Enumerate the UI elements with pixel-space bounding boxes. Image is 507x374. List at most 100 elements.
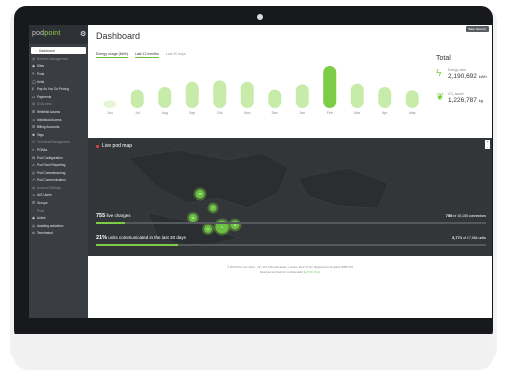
page-title: Dashboard: [96, 31, 141, 41]
bar-aug[interactable]: [158, 86, 172, 108]
totals-panel: Total ϟ Energy used 2,190,692 kWh ❦ CO₂ …: [436, 55, 491, 110]
units-count-value: 3,771: [452, 235, 463, 240]
sidebar-item-label: Pod Configuration: [37, 155, 63, 160]
x-tick-label: Aug: [162, 111, 168, 115]
sidebar-item-label: Pod Communication: [37, 178, 66, 183]
bar-mar[interactable]: [350, 83, 364, 108]
sidebar-item-pod-fault-reporting[interactable]: ⚠ Pod Fault Reporting: [29, 161, 88, 169]
co2-label: CO₂ saved: [448, 92, 464, 96]
sidebar-item-label: Units: [37, 79, 45, 84]
live-indicator-icon: [96, 144, 99, 148]
leaf-icon: ❦: [436, 92, 445, 103]
connectors-label: of 10,105 connectors: [453, 214, 486, 218]
bar-nov[interactable]: [240, 81, 254, 108]
totals-title: Total: [436, 55, 451, 62]
sidebar-item-pay-as-you-go-pricing[interactable]: £ Pay As You Go Pricing: [29, 85, 88, 93]
units-count-label: of 17,964 units: [463, 236, 486, 240]
sidebar-item-tags[interactable]: ✱ Tags: [29, 131, 88, 139]
energy-total: ϟ Energy used 2,190,692 kWh: [436, 66, 491, 86]
sidebar-item-label: Tags: [37, 132, 44, 137]
bar-dec[interactable]: [268, 89, 282, 108]
units-progress-fill: [96, 244, 178, 246]
map-title: Live pod map: [96, 143, 132, 149]
sidebar-item-label: Pay As You Go Pricing: [37, 87, 69, 92]
sidebar-nav: ☐ Dashboard ▤ Network Management ◉ Sites ✎ Pods…: [29, 46, 88, 237]
sidebar-item-pod-commissioning[interactable]: ◎ Pod Commissioning: [29, 169, 88, 177]
x-tick-label: Nov: [244, 111, 250, 115]
user-account-button[interactable]: Base Network: [465, 26, 489, 32]
gear-icon[interactable]: ⚙: [80, 30, 86, 38]
sidebar-item-iag-users[interactable]: ☺ IAG Users: [29, 192, 88, 200]
sidebar-item-pod-configuration[interactable]: ⚙ Pod Configuration: [29, 154, 88, 162]
camera-dot: [257, 14, 263, 20]
footer-link[interactable]: POD Point: [307, 271, 320, 274]
x-tick-label: Oct: [217, 111, 222, 115]
sidebar-item-label: Technical Management: [37, 140, 70, 145]
sidebar: podpoint ⚙ ☐ Dashboard ▤ Network Management…: [29, 25, 88, 318]
x-tick-label: Dec: [272, 111, 278, 115]
live-charges-progress: [96, 222, 486, 224]
sidebar-section-network-management: ▤ Network Management: [29, 55, 88, 63]
bar-feb[interactable]: [323, 65, 337, 108]
footer: © POD Point Ltd, 2014 – 18 | 137-139 Lit…: [88, 265, 492, 275]
sidebar-item-payments[interactable]: ▭ Payments: [29, 93, 88, 101]
sidebar-item-pods[interactable]: ✎ Pods: [29, 70, 88, 78]
sidebar-item-label: Network Management: [37, 56, 69, 61]
energy-label: Energy used: [448, 68, 466, 72]
live-charges-label: live charges: [106, 213, 131, 218]
screen: podpoint ⚙ ☐ Dashboard ▤ Network Management…: [29, 25, 492, 318]
sidebar-item-label: Terminated: [37, 231, 53, 236]
live-pod-map[interactable]: 48 34 7 9 14 12 Live pod map + - 755 live cha…: [88, 138, 492, 256]
sidebar-item-dashboard[interactable]: ☐ Dashboard: [31, 47, 86, 54]
units-percent-value: 21%: [96, 235, 108, 241]
sidebar-item-label: PCBAs: [37, 147, 48, 152]
sidebar-item-label: Whitelist Access: [37, 109, 61, 114]
bar-jan[interactable]: [295, 84, 309, 108]
bar-apr[interactable]: [378, 86, 392, 108]
sidebar-item-sites[interactable]: ◉ Sites: [29, 63, 88, 71]
sidebar-item-billing-accounts[interactable]: ☰ Billing Accounts: [29, 123, 88, 131]
sidebar-section-all-access: ▤ All Access: [29, 101, 88, 109]
map-zoom-controls: + -: [485, 139, 490, 150]
logo[interactable]: podpoint: [32, 30, 60, 37]
x-tick-label: Apr: [382, 111, 388, 115]
sidebar-item-active[interactable]: ◉ Active: [29, 214, 88, 222]
sidebar-item-label: Groups: [37, 201, 48, 206]
sidebar-section-technical-management: ⚙ Technical Management: [29, 139, 88, 147]
co2-value: 1,226,787 kg: [448, 97, 483, 104]
units-progress: [96, 244, 486, 246]
sidebar-item-individual-access[interactable]: ☺ Individual Access: [29, 116, 88, 124]
units-percent-label: units communicated in the last 30 days: [108, 235, 186, 240]
bar-sep[interactable]: [185, 81, 199, 108]
bar-jun[interactable]: [103, 100, 117, 108]
sidebar-item-pcbas[interactable]: ≡ PCBAs: [29, 146, 88, 154]
zoom-out-button[interactable]: -: [485, 144, 490, 150]
sidebar-item-groups[interactable]: ☰ Groups: [29, 199, 88, 207]
sidebar-item-label: Pods: [37, 208, 45, 213]
sidebar-item-label: Dashboard: [39, 48, 55, 53]
bar-jul[interactable]: [130, 89, 144, 108]
energy-bar-chart: Jun Jul Aug Sep Oct Nov Dec Jan Feb Mar Apr May: [103, 65, 419, 115]
bar-may[interactable]: [405, 90, 419, 108]
sidebar-item-label: All Access: [37, 102, 52, 107]
x-tick-label: Feb: [327, 111, 333, 115]
live-charges-value: 755: [96, 213, 106, 219]
bar-oct[interactable]: [213, 80, 227, 108]
sidebar-item-label: Account Settings: [37, 185, 61, 190]
co2-total: ❦ CO₂ saved 1,226,787 kg: [436, 90, 491, 110]
sidebar-item-label: Pod Fault Reporting: [37, 163, 66, 168]
sidebar-item-label: Sites: [37, 64, 45, 69]
x-tick-label: Jan: [299, 111, 305, 115]
map-landmass: [127, 149, 389, 249]
energy-value: 2,190,692 kWh: [448, 73, 487, 80]
sidebar-item-label: Individual Access: [37, 117, 62, 122]
logo-bar: podpoint ⚙: [29, 25, 88, 44]
sidebar-item-awaiting-activation[interactable]: ◎ Awaiting activation: [29, 222, 88, 230]
sidebar-item-label: Pod Commissioning: [37, 170, 66, 175]
sidebar-item-label: Active: [37, 216, 46, 221]
sidebar-item-pod-communication[interactable]: ↗ Pod Communication: [29, 177, 88, 185]
sidebar-section-account-settings: ◉ Account Settings: [29, 184, 88, 192]
sidebar-item-whitelist-access[interactable]: ☰ Whitelist Access: [29, 108, 88, 116]
sidebar-item-units[interactable]: ◯ Units: [29, 78, 88, 86]
sidebar-item-terminated[interactable]: ⊘ Terminated: [29, 230, 88, 238]
